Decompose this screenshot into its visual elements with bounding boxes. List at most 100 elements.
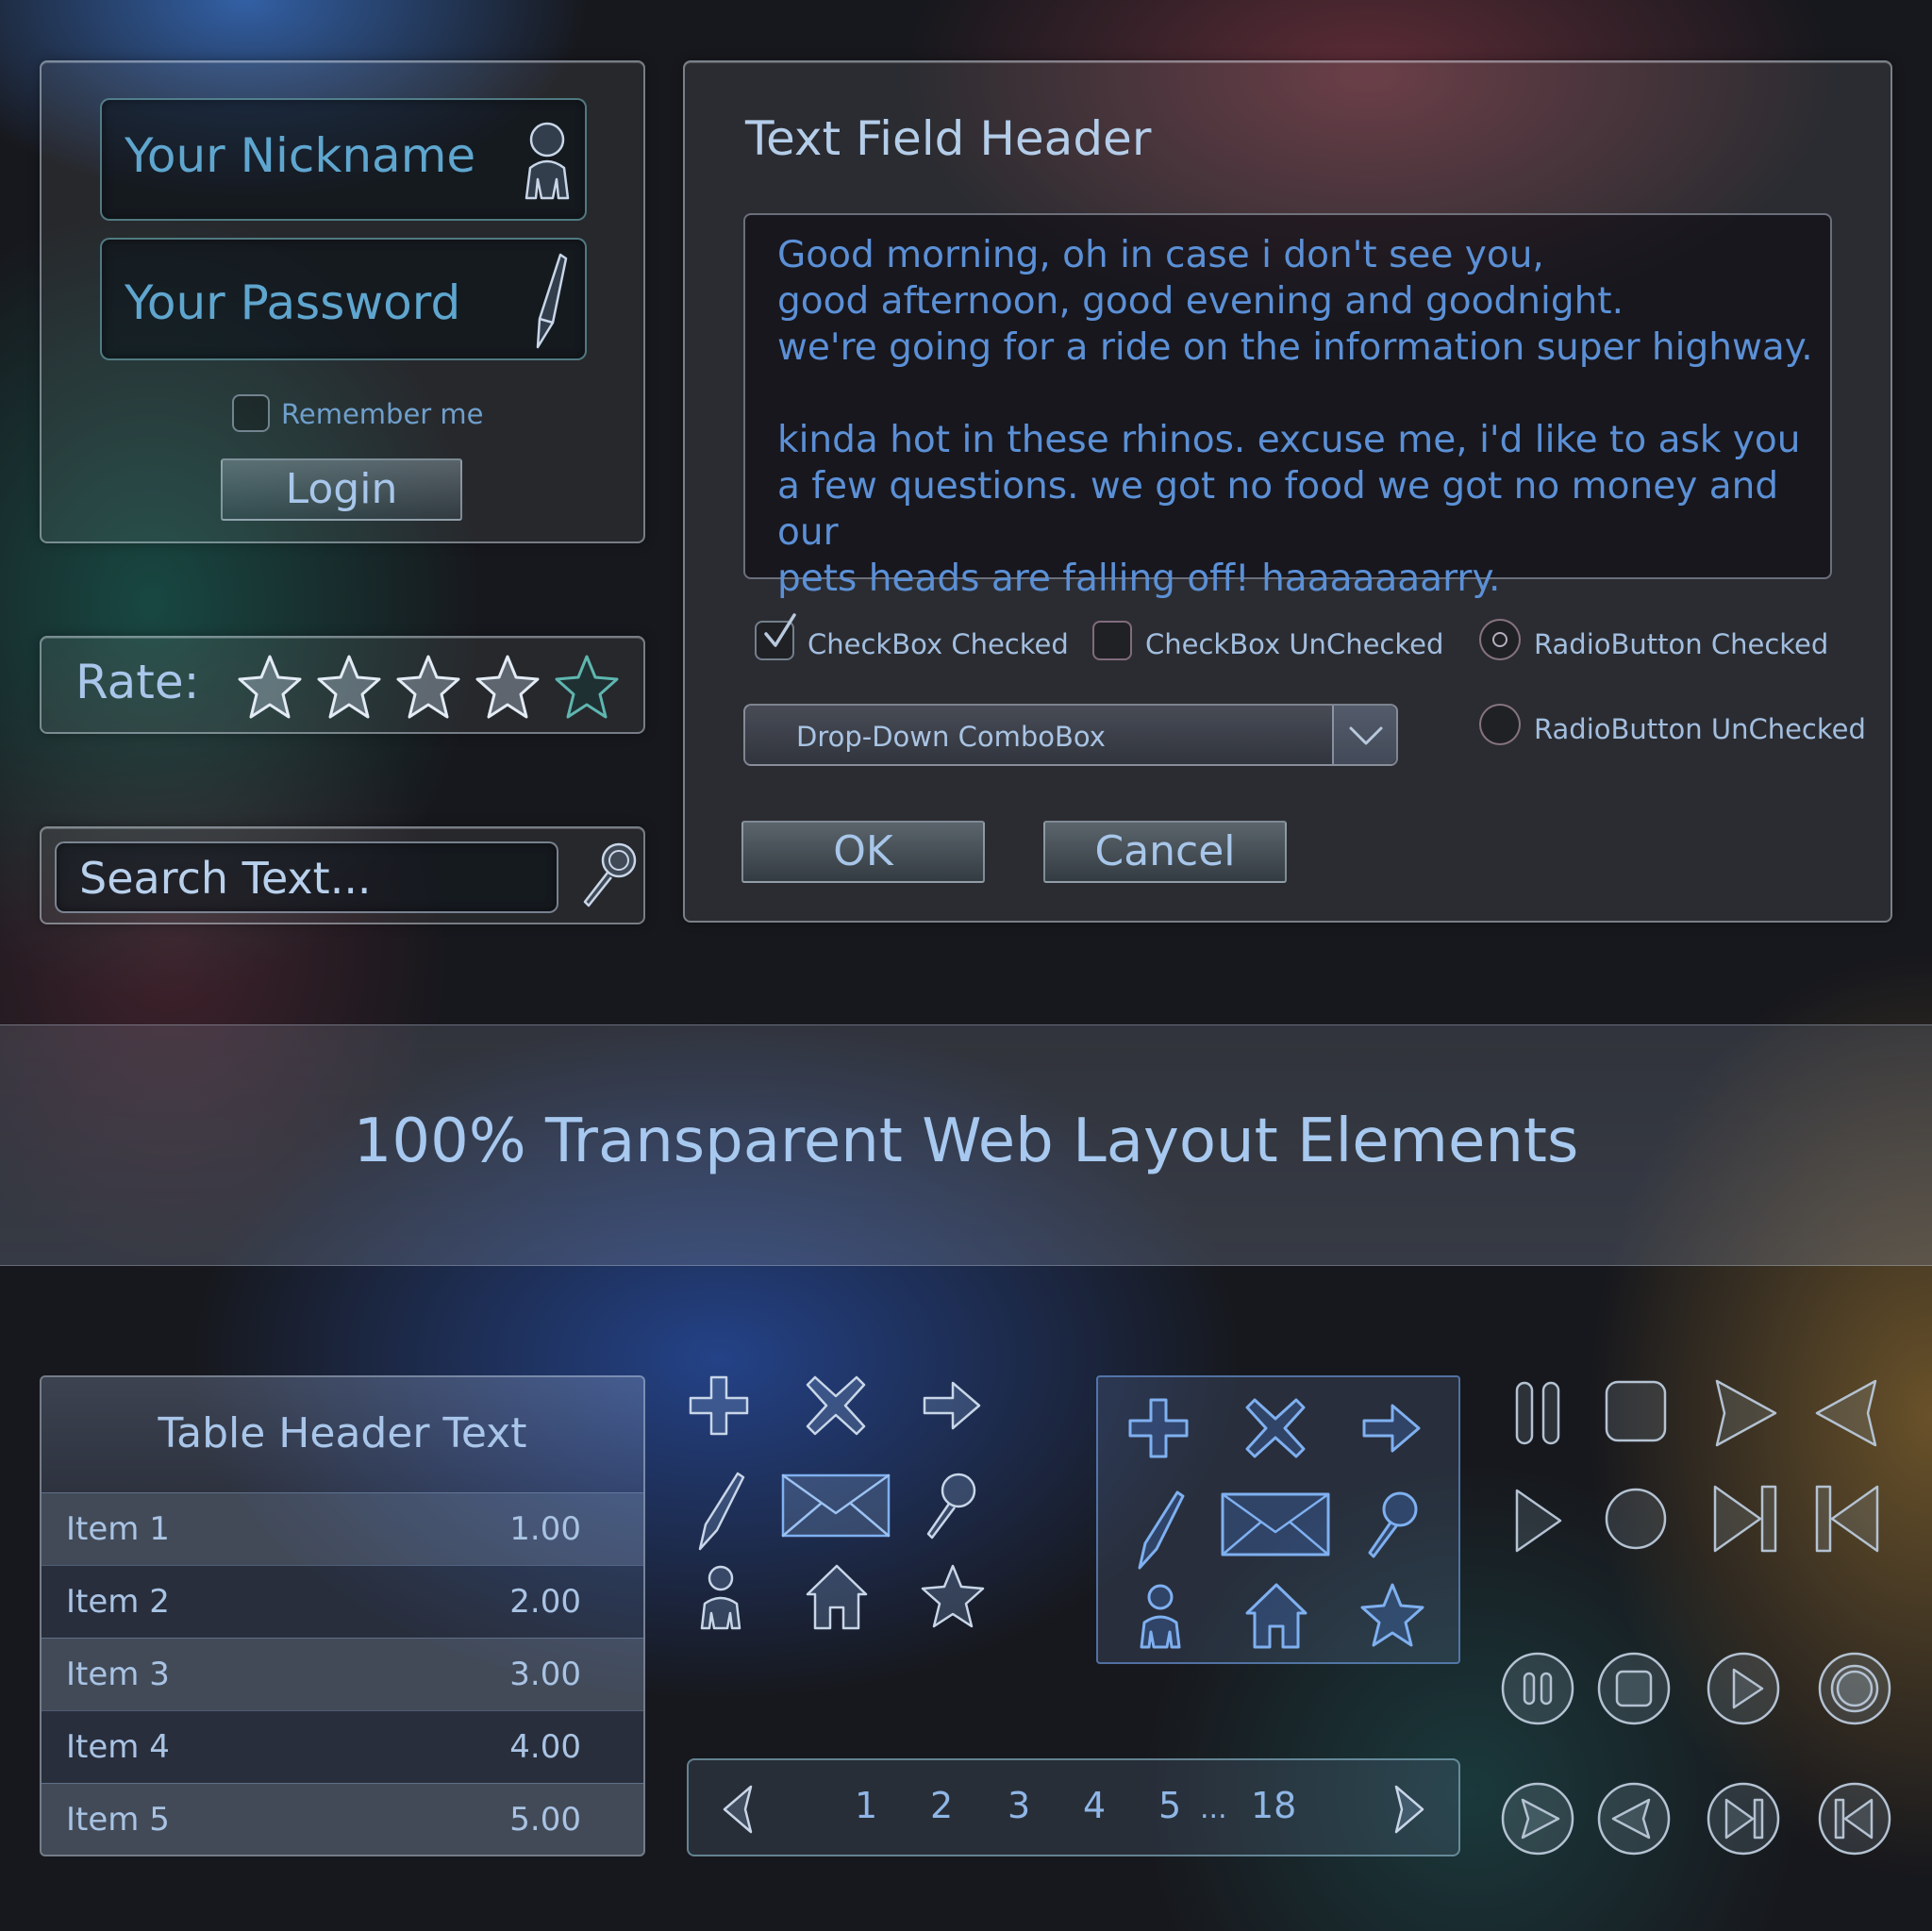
user-icon[interactable] bbox=[696, 1564, 745, 1632]
checkmark-icon bbox=[758, 611, 800, 655]
combobox-value: Drop-Down ComboBox bbox=[796, 721, 1106, 753]
checkbox-unchecked[interactable] bbox=[1092, 621, 1132, 660]
icon-grid bbox=[679, 1366, 1000, 1640]
home-icon[interactable] bbox=[1243, 1581, 1309, 1651]
arrow-right-icon[interactable] bbox=[919, 1372, 987, 1440]
page-link-last[interactable]: 18 bbox=[1251, 1785, 1296, 1826]
star-filled-icon[interactable] bbox=[317, 655, 381, 719]
nickname-field[interactable]: Your Nickname bbox=[100, 98, 587, 221]
search-input[interactable]: Search Text... bbox=[55, 841, 558, 913]
star-icon[interactable] bbox=[919, 1562, 987, 1630]
envelope-icon[interactable] bbox=[1219, 1490, 1332, 1558]
table-row[interactable]: Item 5 5.00 bbox=[42, 1783, 643, 1855]
dialog-header: Text Field Header bbox=[745, 111, 1152, 166]
table-cell-item: Item 3 bbox=[66, 1656, 170, 1693]
page-link[interactable]: 4 bbox=[1083, 1785, 1106, 1826]
page-ellipsis: ... bbox=[1200, 1792, 1227, 1825]
search-placeholder: Search Text... bbox=[79, 853, 372, 904]
record-circle-icon[interactable] bbox=[1817, 1651, 1892, 1726]
star-empty-icon[interactable] bbox=[555, 655, 619, 719]
banner-title: 100% Transparent Web Layout Elements bbox=[353, 1107, 1579, 1176]
home-icon[interactable] bbox=[804, 1562, 870, 1632]
play-circle-icon[interactable] bbox=[1706, 1651, 1781, 1726]
chevron-left-icon[interactable] bbox=[715, 1781, 758, 1838]
combobox-dropdown-button[interactable] bbox=[1332, 706, 1396, 764]
remember-me-label: Remember me bbox=[281, 398, 484, 430]
pause-circle-icon[interactable] bbox=[1500, 1651, 1575, 1726]
skip-prev-circle-icon[interactable] bbox=[1817, 1781, 1892, 1856]
remember-me-checkbox[interactable] bbox=[232, 394, 270, 432]
radio-checked-label: RadioButton Checked bbox=[1534, 628, 1829, 660]
combobox[interactable]: Drop-Down ComboBox bbox=[743, 704, 1398, 766]
pen-icon bbox=[525, 249, 572, 353]
table-cell-item: Item 5 bbox=[66, 1801, 170, 1839]
chevron-right-icon[interactable] bbox=[1389, 1781, 1432, 1838]
table-cell-value: 5.00 bbox=[509, 1801, 581, 1839]
login-button[interactable]: Login bbox=[221, 458, 462, 521]
table-header: Table Header Text bbox=[42, 1377, 643, 1492]
nickname-placeholder: Your Nickname bbox=[125, 128, 476, 183]
text-line-blank bbox=[777, 371, 1830, 417]
pen-icon[interactable] bbox=[692, 1470, 749, 1555]
forward-icon[interactable] bbox=[1709, 1375, 1781, 1451]
magnifier-icon[interactable] bbox=[1364, 1487, 1424, 1564]
data-table: Table Header Text Item 1 1.00 Item 2 2.0… bbox=[40, 1375, 645, 1856]
table-row[interactable]: Item 2 2.00 bbox=[42, 1565, 643, 1638]
forward-circle-icon[interactable] bbox=[1500, 1781, 1575, 1856]
page-link[interactable]: 5 bbox=[1158, 1785, 1181, 1826]
table-header-text: Table Header Text bbox=[158, 1409, 527, 1457]
back-icon[interactable] bbox=[1811, 1375, 1883, 1451]
envelope-icon[interactable] bbox=[779, 1472, 892, 1540]
radio-unchecked-label: RadioButton UnChecked bbox=[1534, 713, 1866, 745]
plus-icon[interactable] bbox=[685, 1372, 753, 1440]
ok-button[interactable]: OK bbox=[741, 821, 985, 883]
password-field[interactable]: Your Password bbox=[100, 238, 587, 360]
skip-prev-icon[interactable] bbox=[1811, 1481, 1883, 1556]
skip-next-icon[interactable] bbox=[1709, 1481, 1781, 1556]
star-icon[interactable] bbox=[1358, 1581, 1426, 1649]
play-icon[interactable] bbox=[1509, 1485, 1566, 1556]
star-filled-icon[interactable] bbox=[238, 655, 302, 719]
user-icon[interactable] bbox=[1136, 1583, 1185, 1651]
table-row[interactable]: Item 3 3.00 bbox=[42, 1638, 643, 1710]
search-button-icon[interactable] bbox=[577, 838, 641, 913]
magnifier-icon[interactable] bbox=[923, 1468, 983, 1545]
back-circle-icon[interactable] bbox=[1596, 1781, 1672, 1856]
table-row[interactable]: Item 4 4.00 bbox=[42, 1710, 643, 1783]
rate-label: Rate: bbox=[75, 655, 200, 709]
skip-next-circle-icon[interactable] bbox=[1706, 1781, 1781, 1856]
arrow-right-icon[interactable] bbox=[1358, 1394, 1426, 1462]
page-link[interactable]: 1 bbox=[855, 1785, 877, 1826]
chevron-down-icon bbox=[1347, 721, 1385, 749]
stop-icon[interactable] bbox=[1602, 1377, 1670, 1445]
table-row[interactable]: Item 1 1.00 bbox=[42, 1492, 643, 1565]
user-icon bbox=[519, 121, 575, 202]
search-panel: Search Text... bbox=[40, 826, 645, 924]
rating-stars[interactable] bbox=[236, 651, 632, 723]
textarea[interactable]: Good morning, oh in case i don't see you… bbox=[743, 213, 1832, 600]
table-cell-item: Item 4 bbox=[66, 1728, 170, 1766]
radio-checked[interactable] bbox=[1479, 619, 1521, 660]
close-icon[interactable] bbox=[1241, 1394, 1309, 1462]
text-line: good afternoon, good evening and goodnig… bbox=[777, 280, 1624, 323]
table-cell-value: 3.00 bbox=[509, 1656, 581, 1693]
password-placeholder: Your Password bbox=[125, 275, 461, 330]
cancel-button[interactable]: Cancel bbox=[1043, 821, 1287, 883]
radio-unchecked[interactable] bbox=[1479, 704, 1521, 745]
text-line: Good morning, oh in case i don't see you… bbox=[777, 234, 1544, 276]
radio-dot bbox=[1492, 632, 1507, 647]
pen-icon[interactable] bbox=[1132, 1489, 1189, 1573]
table-cell-item: Item 2 bbox=[66, 1583, 170, 1621]
close-icon[interactable] bbox=[802, 1372, 870, 1440]
page-link[interactable]: 2 bbox=[930, 1785, 953, 1826]
icon-panel bbox=[1096, 1375, 1460, 1664]
pause-icon[interactable] bbox=[1511, 1377, 1564, 1449]
table-cell-value: 2.00 bbox=[509, 1583, 581, 1621]
page-link[interactable]: 3 bbox=[1008, 1785, 1030, 1826]
stop-circle-icon[interactable] bbox=[1596, 1651, 1672, 1726]
star-filled-icon[interactable] bbox=[396, 655, 460, 719]
table-cell-value: 1.00 bbox=[509, 1510, 581, 1548]
record-icon[interactable] bbox=[1602, 1485, 1670, 1553]
star-filled-icon[interactable] bbox=[475, 655, 540, 719]
plus-icon[interactable] bbox=[1124, 1394, 1192, 1462]
